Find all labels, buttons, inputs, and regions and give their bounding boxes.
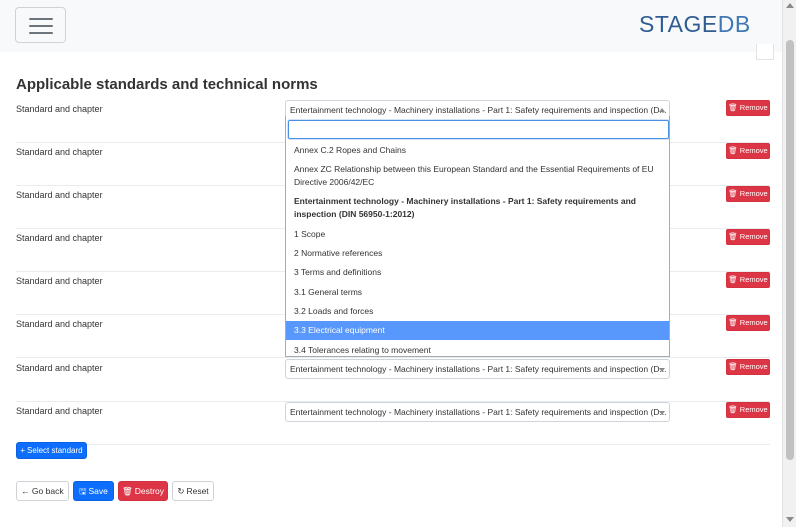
dropdown-option-highlighted[interactable]: 3.3 Electrical equipment: [286, 321, 669, 340]
row-label: Standard and chapter: [16, 190, 103, 200]
remove-button[interactable]: 🗑 Remove: [726, 186, 770, 202]
standard-row: Standard and chapter Entertainment techn…: [16, 402, 770, 445]
row-label: Standard and chapter: [16, 233, 103, 243]
remove-button[interactable]: 🗑 Remove: [726, 143, 770, 159]
trash-icon: 🗑: [728, 232, 738, 241]
standard-select[interactable]: Entertainment technology - Machinery ins…: [285, 402, 670, 422]
dropdown-option[interactable]: 3.2 Loads and forces: [286, 303, 669, 319]
reset-button[interactable]: ↻ Reset: [172, 481, 214, 501]
chevron-down-icon: [659, 411, 665, 415]
dropdown-option[interactable]: 1 Scope: [286, 226, 669, 242]
dropdown-option[interactable]: 3 Terms and definitions: [286, 264, 669, 280]
collapsed-panel-corner: [756, 44, 774, 60]
menu-toggle-button[interactable]: [15, 7, 66, 43]
chevron-up-icon: [659, 108, 665, 112]
trash-icon: 🗑: [728, 103, 738, 112]
plus-icon: +: [20, 446, 26, 455]
remove-button[interactable]: 🗑 Remove: [726, 315, 770, 331]
dropdown-option[interactable]: 3.4 Tolerances relating to movement: [286, 342, 669, 356]
standard-dropdown: Annex C.2 Ropes and Chains Annex ZC Rela…: [285, 116, 670, 357]
top-navbar: STAGEDB: [0, 0, 782, 52]
scroll-up-arrow-icon[interactable]: [786, 3, 794, 8]
chevron-down-icon: [659, 368, 665, 372]
standard-row: Standard and chapter Entertainment techn…: [16, 359, 770, 402]
scroll-down-arrow-icon[interactable]: [786, 517, 794, 522]
dropdown-option[interactable]: 2 Normative references: [286, 245, 669, 261]
brand-logo[interactable]: STAGEDB: [639, 11, 751, 38]
trash-icon: 🗑: [728, 405, 738, 414]
trash-icon: 🗑: [728, 318, 738, 327]
row-label: Standard and chapter: [16, 104, 103, 114]
remove-button[interactable]: 🗑 Remove: [726, 272, 770, 288]
remove-button[interactable]: 🗑 Remove: [726, 229, 770, 245]
dropdown-option[interactable]: 3.1 General terms: [286, 284, 669, 300]
refresh-icon: ↻: [177, 486, 185, 496]
row-label: Standard and chapter: [16, 319, 103, 329]
row-label: Standard and chapter: [16, 406, 103, 416]
trash-icon: 🗑: [728, 146, 738, 155]
trash-icon: 🗑: [728, 275, 738, 284]
page-title: Applicable standards and technical norms: [16, 76, 318, 93]
floppy-disk-icon: 🖫: [79, 486, 87, 496]
trash-icon: 🗑: [728, 189, 738, 198]
dropdown-option[interactable]: Annex C.2 Ropes and Chains: [286, 142, 669, 158]
trash-icon: 🗑: [728, 362, 738, 371]
hamburger-icon: [29, 18, 53, 20]
destroy-button[interactable]: 🗑 Destroy: [118, 481, 168, 501]
go-back-button[interactable]: ← Go back: [16, 481, 69, 501]
row-label: Standard and chapter: [16, 147, 103, 157]
standard-select[interactable]: Entertainment technology - Machinery ins…: [285, 359, 670, 379]
remove-button[interactable]: 🗑 Remove: [726, 359, 770, 375]
dropdown-search-input[interactable]: [288, 120, 669, 139]
row-label: Standard and chapter: [16, 363, 103, 373]
select-standard-button[interactable]: + Select standard: [16, 442, 87, 459]
arrow-left-icon: ←: [21, 486, 30, 496]
dropdown-group-header: Entertainment technology - Machinery ins…: [294, 196, 636, 219]
row-label: Standard and chapter: [16, 276, 103, 286]
save-button[interactable]: 🖫 Save: [73, 481, 114, 501]
remove-button[interactable]: 🗑 Remove: [726, 100, 770, 116]
trash-icon: 🗑: [121, 486, 133, 496]
dropdown-option[interactable]: Annex ZC Relationship between this Europ…: [286, 161, 669, 190]
scrollbar-thumb[interactable]: [786, 40, 794, 460]
remove-button[interactable]: 🗑 Remove: [726, 402, 770, 418]
vertical-scrollbar[interactable]: [782, 0, 796, 527]
